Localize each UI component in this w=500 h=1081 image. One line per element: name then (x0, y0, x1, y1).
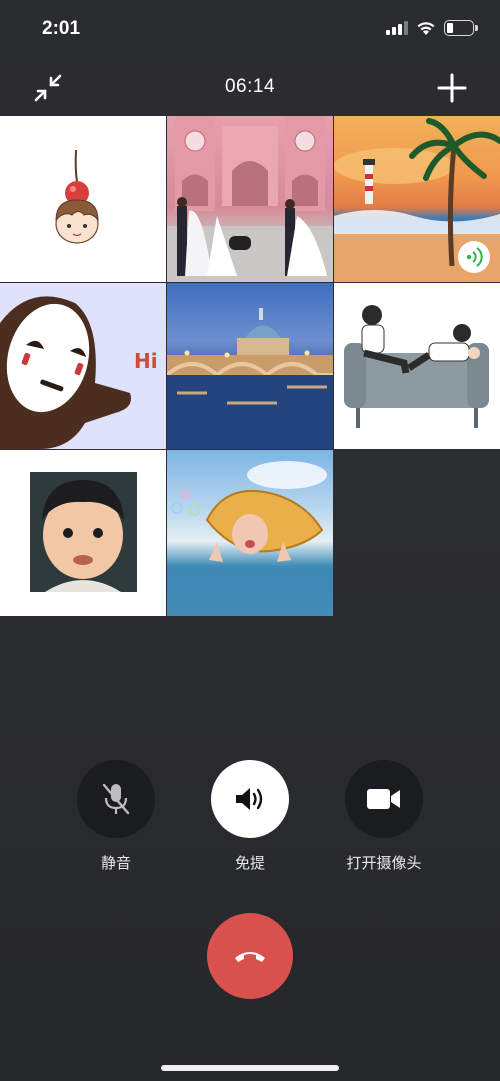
hi-bubble-text: Hi (134, 349, 158, 373)
avatar-wedding-castle (167, 116, 333, 282)
participant-tile-couple-sofa[interactable] (334, 283, 500, 449)
video-camera-icon (367, 789, 400, 809)
speaker-button[interactable] (211, 760, 289, 838)
add-participant-icon[interactable] (436, 72, 468, 104)
avatar-no-face: Hi (0, 296, 158, 449)
participant-tile-river-dome[interactable] (167, 283, 333, 449)
participant-tile-beach-sunset[interactable] (334, 116, 500, 282)
avatar-cherry-boy (55, 149, 99, 244)
speaker-label: 免提 (234, 855, 265, 872)
home-indicator[interactable] (161, 1065, 339, 1071)
participant-tile-wedding-castle[interactable] (167, 116, 333, 282)
avatar-beach-sunset (334, 118, 500, 282)
cellular-signal-icon (386, 21, 408, 35)
avatar-couple-sofa (344, 305, 489, 428)
wifi-icon (417, 22, 435, 35)
participant-tile-toddler[interactable] (0, 450, 166, 616)
avatar-toddler (30, 472, 137, 592)
speaker-icon (236, 788, 263, 810)
participant-tile-cherry-boy[interactable] (0, 116, 166, 282)
status-bar: 2:01 (0, 0, 500, 60)
microphone-off-icon (102, 783, 130, 815)
status-icons (386, 20, 478, 36)
mute-control: 静音 (51, 760, 181, 873)
mute-label: 静音 (100, 855, 131, 872)
avatar-fish-hat (167, 461, 333, 616)
call-timer: 06:14 (224, 76, 276, 97)
call-header: 06:14 (0, 66, 500, 110)
hangup-button[interactable] (207, 913, 293, 999)
battery-icon (444, 20, 478, 36)
participant-tile-no-face[interactable]: Hi (0, 283, 166, 449)
status-time: 2:01 (42, 18, 81, 39)
mute-button[interactable] (77, 760, 155, 838)
avatar-river-dome (167, 308, 333, 449)
speaker-control: 免提 (185, 760, 315, 873)
phone-hangup-icon (235, 952, 265, 962)
camera-button[interactable] (345, 760, 423, 838)
camera-control: 打开摄像头 (319, 760, 449, 873)
participant-tile-fish-hat[interactable] (167, 450, 333, 616)
camera-label: 打开摄像头 (346, 855, 422, 872)
